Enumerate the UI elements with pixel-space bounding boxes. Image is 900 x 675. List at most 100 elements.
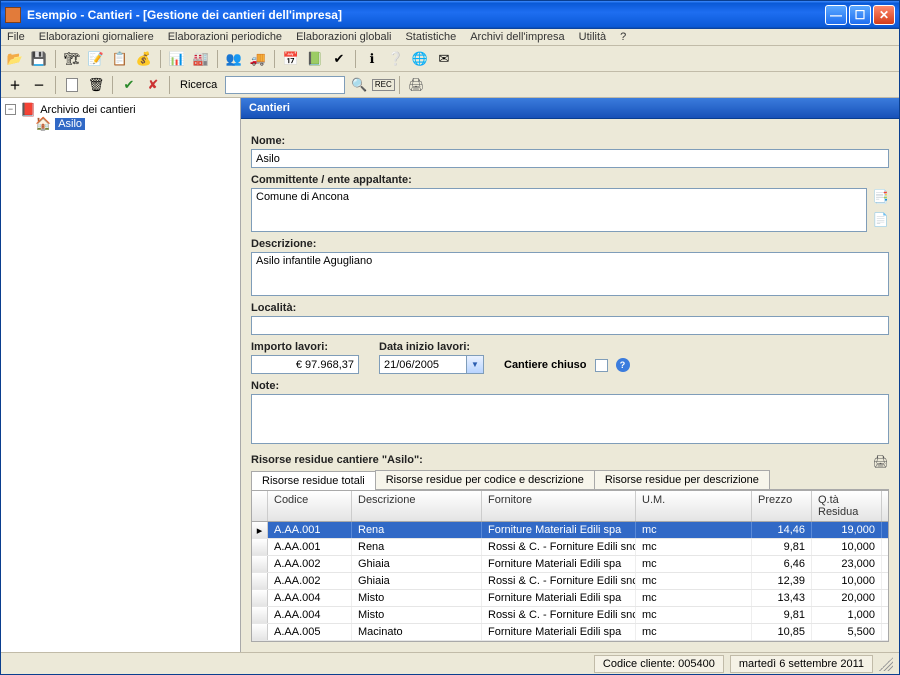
col-um[interactable]: U.M. (636, 491, 752, 521)
cell-fornitore: Forniture Materiali Edili spa (482, 556, 636, 572)
search-input[interactable] (225, 76, 345, 94)
users-icon[interactable]: 👥 (224, 49, 244, 69)
add-button[interactable]: ＋ (5, 75, 25, 95)
row-indicator: ▸ (252, 522, 268, 538)
cell-prezzo: 9,81 (752, 539, 812, 555)
tab-2[interactable]: Risorse residue per descrizione (594, 470, 770, 489)
committente-field[interactable]: Comune di Ancona (251, 188, 867, 232)
menu-elaborazioni-globali[interactable]: Elaborazioni globali (296, 31, 391, 43)
tab-0[interactable]: Risorse residue totali (251, 471, 376, 490)
note-field[interactable] (251, 394, 889, 444)
table-row[interactable]: A.AA.004MistoRossi & C. - Forniture Edil… (252, 607, 888, 624)
cell-fornitore: Rossi & C. - Forniture Edili snc (482, 607, 636, 623)
data-inizio-field[interactable] (379, 355, 467, 374)
cell-um: mc (636, 624, 752, 640)
table-row[interactable]: A.AA.005MacinatoForniture Materiali Edil… (252, 624, 888, 641)
cancel-icon[interactable]: ✘ (143, 75, 163, 95)
row-indicator (252, 539, 268, 555)
cell-qta: 20,000 (812, 590, 882, 606)
book-icon[interactable]: 📗 (305, 49, 325, 69)
chiuso-checkbox[interactable] (595, 359, 608, 372)
factory-icon[interactable]: 🏭 (191, 49, 211, 69)
confirm-icon[interactable]: ✔ (119, 75, 139, 95)
book-icon: 📕 (20, 103, 36, 116)
cell-um: mc (636, 556, 752, 572)
money-icon[interactable]: 💰 (134, 49, 154, 69)
site-icon[interactable]: 🏗 (62, 49, 82, 69)
toolbar-main: 📂 💾 🏗 📝 📋 💰 📊 🏭 👥 🚚 📅 📗 ✔ ℹ ❔ 🌐 ✉ (1, 46, 899, 72)
info-icon[interactable]: ℹ (362, 49, 382, 69)
help-icon[interactable]: ❔ (386, 49, 406, 69)
tree-root-label: Archivio dei cantieri (40, 104, 135, 116)
tree-panel: − 📕 Archivio dei cantieri 🏠 Asilo (1, 98, 241, 652)
label-chiuso: Cantiere chiuso (504, 359, 587, 371)
col-codice[interactable]: Codice (268, 491, 352, 521)
cell-codice: A.AA.005 (268, 624, 352, 640)
cell-fornitore: Forniture Materiali Edili spa (482, 522, 636, 538)
col-qta[interactable]: Q.tà Residua (812, 491, 882, 521)
collapse-icon[interactable]: − (5, 104, 16, 115)
status-data: martedì 6 settembre 2011 (730, 655, 873, 673)
open-folder-icon[interactable]: 📂 (5, 49, 25, 69)
col-prezzo[interactable]: Prezzo (752, 491, 812, 521)
edit-icon[interactable]: 📝 (86, 49, 106, 69)
menu-utilit-[interactable]: Utilità (579, 31, 607, 43)
search-icon[interactable]: 🔍 (349, 75, 369, 95)
cell-fornitore: Forniture Materiali Edili spa (482, 624, 636, 640)
cell-codice: A.AA.004 (268, 590, 352, 606)
toolbar-secondary: ＋ － 🗑 ✔ ✘ Ricerca 🔍 REC 🖨 (1, 72, 899, 98)
rec-icon[interactable]: REC (373, 75, 393, 95)
date-dropdown-button[interactable]: ▼ (467, 355, 484, 374)
menu-elaborazioni-periodiche[interactable]: Elaborazioni periodiche (168, 31, 282, 43)
home-icon[interactable]: 🌐 (410, 49, 430, 69)
print-icon[interactable]: 🖨 (406, 75, 426, 95)
cell-prezzo: 10,85 (752, 624, 812, 640)
tab-1[interactable]: Risorse residue per codice e descrizione (375, 470, 595, 489)
table-row[interactable]: A.AA.002GhiaiaForniture Materiali Edili … (252, 556, 888, 573)
table-row[interactable]: ▸A.AA.001RenaForniture Materiali Edili s… (252, 522, 888, 539)
truck-icon[interactable]: 🚚 (248, 49, 268, 69)
mail-icon[interactable]: ✉ (434, 49, 454, 69)
chart-icon[interactable]: 📊 (167, 49, 187, 69)
cell-prezzo: 13,43 (752, 590, 812, 606)
row-indicator (252, 556, 268, 572)
list-icon[interactable]: 📋 (110, 49, 130, 69)
check-icon[interactable]: ✔ (329, 49, 349, 69)
tree-item-asilo[interactable]: 🏠 Asilo (35, 117, 238, 130)
menu-elaborazioni-giornaliere[interactable]: Elaborazioni giornaliere (39, 31, 154, 43)
new-doc-icon[interactable] (62, 75, 82, 95)
table-row[interactable]: A.AA.001RenaRossi & C. - Forniture Edili… (252, 539, 888, 556)
row-indicator (252, 624, 268, 640)
label-committente: Committente / ente appaltante: (251, 174, 889, 186)
nome-field[interactable] (251, 149, 889, 168)
menu-file[interactable]: File (7, 31, 25, 43)
copy-icon[interactable]: 📑 (873, 190, 889, 203)
importo-field[interactable] (251, 355, 359, 374)
note-icon[interactable]: 📄 (873, 213, 889, 226)
risorse-title: Risorse residue cantiere "Asilo": (251, 454, 423, 466)
menu-archivi-dell-impresa[interactable]: Archivi dell'impresa (470, 31, 564, 43)
descrizione-field[interactable]: Asilo infantile Agugliano (251, 252, 889, 296)
help-tooltip-icon[interactable]: ? (616, 358, 630, 372)
table-row[interactable]: A.AA.002GhiaiaRossi & C. - Forniture Edi… (252, 573, 888, 590)
calendar-icon[interactable]: 📅 (281, 49, 301, 69)
minimize-button[interactable]: — (825, 5, 847, 25)
tree-root[interactable]: − 📕 Archivio dei cantieri (3, 102, 238, 117)
menu-statistiche[interactable]: Statistiche (405, 31, 456, 43)
col-descrizione[interactable]: Descrizione (352, 491, 482, 521)
maximize-button[interactable]: ☐ (849, 5, 871, 25)
table-row[interactable]: A.AA.004MistoForniture Materiali Edili s… (252, 590, 888, 607)
col-fornitore[interactable]: Fornitore (482, 491, 636, 521)
menu--[interactable]: ? (620, 31, 626, 43)
app-icon (5, 7, 21, 23)
localita-field[interactable] (251, 316, 889, 335)
close-button[interactable]: ✕ (873, 5, 895, 25)
row-indicator (252, 607, 268, 623)
cell-um: mc (636, 522, 752, 538)
print-risorse-icon[interactable]: 🖨 (872, 455, 889, 468)
resize-grip[interactable] (879, 657, 893, 671)
save-icon[interactable]: 💾 (29, 49, 49, 69)
cell-qta: 5,500 (812, 624, 882, 640)
delete-icon[interactable]: 🗑 (86, 75, 106, 95)
remove-button[interactable]: － (29, 75, 49, 95)
